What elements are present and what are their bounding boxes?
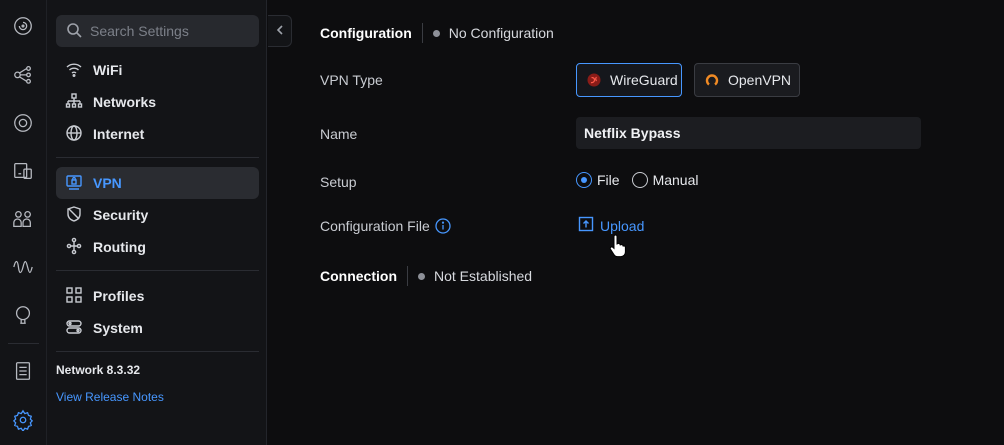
status-dot (418, 272, 425, 280)
devices-icon[interactable] (11, 159, 35, 183)
settings-icon[interactable] (11, 408, 35, 432)
networks-icon (65, 92, 83, 113)
upload-label: Upload (600, 217, 645, 234)
sidebar-item-label: Internet (93, 126, 145, 142)
name-label: Name (320, 126, 358, 142)
wireguard-logo-icon (587, 73, 601, 87)
release-notes-link[interactable]: View Release Notes (56, 390, 164, 404)
sidebar-item-label: Routing (93, 239, 146, 255)
rail-divider (8, 343, 39, 344)
profiles-icon (65, 286, 83, 307)
openvpn-logo-icon (705, 73, 719, 87)
system-icon (65, 318, 83, 339)
shield-icon (65, 205, 83, 226)
sidebar-item-system[interactable]: System (56, 312, 259, 344)
vpn-type-label: VPN Type (320, 72, 383, 88)
statistics-icon[interactable] (11, 255, 35, 279)
hand-cursor-icon (608, 233, 626, 259)
status-dot (432, 29, 440, 37)
sidebar-divider (56, 157, 259, 158)
icon-rail (0, 0, 47, 445)
sidebar-item-security[interactable]: Security (56, 199, 259, 231)
openvpn-label: OpenVPN (728, 72, 792, 88)
connection-header: Connection Not Established (320, 264, 532, 288)
sidebar-item-wifi[interactable]: WiFi (56, 54, 259, 86)
upload-icon (578, 216, 600, 235)
clients-icon[interactable] (11, 207, 35, 231)
logs-icon[interactable] (11, 359, 35, 383)
vpn-config-panel: Configuration No Configuration VPN Type … (268, 0, 1004, 445)
wifi-icon (65, 60, 83, 81)
config-file-label: Configuration File (320, 218, 430, 234)
insights-icon[interactable] (11, 303, 35, 327)
section-title: Connection (320, 268, 397, 284)
version-label: Network 8.3.32 (56, 363, 141, 377)
settings-sidebar: WiFi Networks Internet VPN Security Rout… (47, 0, 267, 445)
setup-manual-radio[interactable]: Manual (631, 172, 698, 188)
wireguard-option[interactable]: WireGuard (576, 63, 682, 97)
sidebar-item-label: VPN (93, 175, 122, 191)
sidebar-item-label: Profiles (93, 288, 145, 304)
sidebar-item-label: Networks (93, 94, 157, 110)
setup-file-radio[interactable]: File (576, 172, 620, 188)
search-icon (66, 22, 82, 41)
config-file-row: Configuration File (320, 218, 451, 234)
routing-icon (65, 237, 83, 258)
name-input[interactable] (576, 117, 921, 149)
target-icon[interactable] (11, 111, 35, 135)
setup-radio-group: File Manual (576, 172, 710, 188)
sidebar-item-profiles[interactable]: Profiles (56, 280, 259, 312)
sidebar-divider (56, 351, 259, 352)
connection-status: Not Established (434, 268, 533, 284)
dashboard-icon[interactable] (11, 14, 35, 38)
wireguard-label: WireGuard (610, 72, 678, 88)
topology-icon[interactable] (11, 62, 35, 86)
sidebar-item-routing[interactable]: Routing (56, 231, 259, 263)
info-icon[interactable] (435, 218, 451, 234)
sidebar-item-label: Security (93, 207, 149, 223)
section-title: Configuration (320, 25, 412, 41)
search-box[interactable] (56, 15, 259, 47)
vpn-icon (65, 173, 83, 194)
configuration-status: No Configuration (448, 25, 554, 41)
radio-unselected-icon (631, 172, 648, 188)
configuration-header: Configuration No Configuration (320, 21, 554, 45)
sidebar-item-label: WiFi (93, 62, 123, 78)
sidebar-item-networks[interactable]: Networks (56, 86, 259, 118)
sidebar-item-vpn[interactable]: VPN (56, 167, 259, 199)
setup-label: Setup (320, 174, 357, 190)
search-input[interactable] (90, 23, 250, 39)
sidebar-item-label: System (93, 320, 143, 336)
sidebar-divider (56, 270, 259, 271)
globe-icon (65, 124, 83, 145)
sidebar-item-internet[interactable]: Internet (56, 118, 259, 150)
openvpn-option[interactable]: OpenVPN (694, 63, 800, 97)
radio-selected-icon (576, 172, 592, 188)
